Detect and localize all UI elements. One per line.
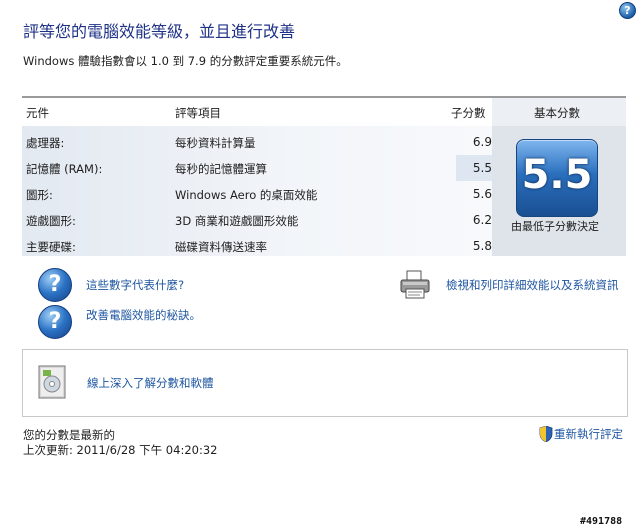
performance-tips-link[interactable]: 改善電腦效能的秘訣。: [86, 307, 201, 323]
what-numbers-mean-link[interactable]: 這些數字代表什麼?: [86, 277, 184, 293]
subscore-value: 5.5: [456, 155, 492, 181]
uac-shield-icon: [539, 426, 553, 442]
rating-label: 每秒資料計算量: [175, 136, 256, 150]
subscore-value: 6.2: [472, 213, 492, 227]
learn-online-link[interactable]: 線上深入了解分數和軟體: [87, 375, 214, 391]
header-base-score: 基本分數: [534, 106, 580, 120]
rating-label: Windows Aero 的桌面效能: [175, 188, 318, 202]
table-row: 圖形: Windows Aero 的桌面效能: [22, 181, 452, 207]
question-icon: ?: [38, 305, 72, 339]
table-row: 遊戲圖形: 3D 商業和遊戲圖形效能: [22, 207, 452, 233]
rating-label: 每秒的記憶體運算: [175, 162, 267, 176]
header-component: 元件: [26, 106, 49, 120]
base-score-header-cell: 基本分數: [492, 98, 626, 126]
component-label: 圖形:: [26, 188, 53, 202]
status-current: 您的分數是最新的: [23, 428, 115, 442]
component-label: 主要硬碟:: [26, 240, 76, 254]
base-score-caption: 由最低子分數決定: [511, 220, 599, 233]
status-last-update: 上次更新: 2011/6/28 下午 04:20:32: [23, 443, 218, 457]
subscore-value: 6.9: [472, 135, 492, 149]
table-row: 主要硬碟: 磁碟資料傳送速率: [22, 233, 452, 259]
component-label: 記憶體 (RAM):: [26, 162, 103, 176]
question-icon: ?: [38, 268, 72, 302]
printer-icon: [400, 270, 430, 299]
view-print-details-link[interactable]: 檢視和列印詳細效能以及系統資訊: [446, 277, 619, 293]
header-rating: 評等項目: [175, 106, 221, 120]
base-score-value: 5.5: [521, 152, 593, 198]
page-subtitle: Windows 體驗指數會以 1.0 到 7.9 的分數評定重要系統元件。: [23, 54, 348, 68]
header-subscore: 子分數: [451, 106, 486, 120]
component-label: 處理器:: [26, 136, 65, 150]
rerun-assessment-label: 重新執行評定: [554, 427, 623, 441]
rating-label: 磁碟資料傳送速率: [175, 240, 267, 254]
base-score-badge: 5.5: [516, 139, 598, 217]
table-row: 記憶體 (RAM): 每秒的記憶體運算: [22, 155, 452, 181]
learn-online-panel: 線上深入了解分數和軟體: [22, 349, 628, 417]
component-label: 遊戲圖形:: [26, 214, 76, 228]
subscore-value: 5.8: [472, 239, 492, 253]
table-row: 處理器: 每秒資料計算量: [22, 129, 452, 155]
rating-label: 3D 商業和遊戲圖形效能: [175, 214, 299, 228]
subscore-value: 5.6: [472, 187, 492, 201]
software-box-icon: [38, 365, 66, 399]
help-icon[interactable]: ?: [619, 2, 636, 19]
page-title: 評等您的電腦效能等級，並且進行改善: [23, 22, 296, 41]
watermark: #491788: [580, 516, 623, 527]
